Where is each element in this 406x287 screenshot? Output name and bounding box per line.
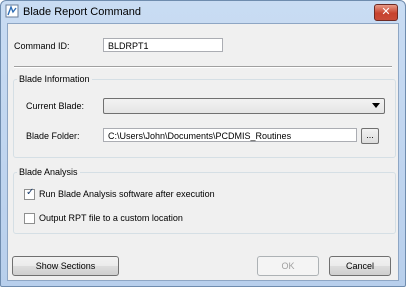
output-rpt-label[interactable]: Output RPT file to a custom location bbox=[39, 213, 183, 223]
ok-button[interactable]: OK bbox=[257, 256, 319, 276]
blade-analysis-group bbox=[13, 172, 396, 234]
chevron-down-icon bbox=[372, 103, 380, 108]
run-analysis-label[interactable]: Run Blade Analysis software after execut… bbox=[39, 189, 215, 199]
output-rpt-checkbox[interactable] bbox=[24, 213, 35, 224]
cancel-button[interactable]: Cancel bbox=[329, 256, 391, 276]
current-blade-dropdown[interactable] bbox=[103, 98, 385, 114]
separator bbox=[14, 66, 392, 68]
dialog-client-area: Command ID: BLDRPT1 Blade Information Cu… bbox=[7, 23, 399, 281]
blade-folder-field[interactable]: C:\Users\John\Documents\PCDMIS_Routines bbox=[103, 128, 357, 142]
window-title: Blade Report Command bbox=[23, 6, 142, 18]
checkmark-icon: ✓ bbox=[26, 187, 35, 198]
command-id-label: Command ID: bbox=[14, 41, 70, 51]
show-sections-button[interactable]: Show Sections bbox=[12, 256, 119, 276]
blade-report-icon bbox=[5, 4, 19, 18]
blade-folder-label: Blade Folder: bbox=[26, 131, 80, 141]
run-analysis-checkbox[interactable]: ✓ bbox=[24, 187, 35, 200]
blade-information-group bbox=[13, 79, 396, 158]
browse-button[interactable]: ... bbox=[361, 128, 379, 144]
close-button[interactable]: ✕ bbox=[374, 4, 398, 21]
blade-analysis-title: Blade Analysis bbox=[17, 167, 80, 177]
command-id-field[interactable]: BLDRPT1 bbox=[103, 38, 223, 52]
title-bar[interactable]: Blade Report Command ✕ bbox=[1, 1, 405, 23]
close-icon: ✕ bbox=[381, 6, 391, 18]
current-blade-label: Current Blade: bbox=[26, 101, 85, 111]
dialog-window: Blade Report Command ✕ Command ID: BLDRP… bbox=[0, 0, 406, 287]
blade-information-title: Blade Information bbox=[17, 74, 92, 84]
